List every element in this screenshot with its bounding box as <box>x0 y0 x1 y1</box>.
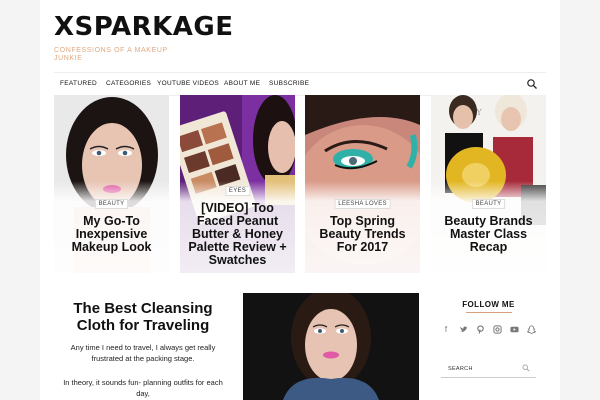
main-nav: FEATURED CATEGORIES YOUTUBE VIDEOS ABOUT… <box>54 72 546 96</box>
featured-title[interactable]: [VIDEO] Too Faced Peanut Butter & Honey … <box>186 202 289 267</box>
category-badge[interactable]: BEAUTY <box>94 199 129 209</box>
youtube-icon[interactable] <box>509 325 519 335</box>
search-icon[interactable] <box>526 78 538 90</box>
twitter-icon[interactable] <box>458 325 468 335</box>
sidebar-search[interactable]: SEARCH <box>441 360 536 378</box>
featured-title[interactable]: My Go-To Inexpensive Makeup Look <box>60 215 163 254</box>
divider <box>466 312 512 313</box>
facebook-icon[interactable]: f <box>441 325 451 335</box>
featured-card-4[interactable]: TY RA BEAUTY Beauty Brands Master Class … <box>431 95 546 273</box>
search-icon[interactable] <box>522 364 530 372</box>
nav-item-subscribe[interactable]: SUBSCRIBE <box>269 80 309 87</box>
site-logo[interactable]: XSPARKAGE <box>54 12 233 42</box>
featured-card-3[interactable]: LEESHA LOVES Top Spring Beauty Trends Fo… <box>305 95 420 273</box>
nav-item-categories[interactable]: CATEGORIES <box>106 80 151 87</box>
nav-item-featured[interactable]: FEATURED <box>60 80 97 87</box>
post-excerpt: Any time I need to travel, I always get … <box>70 343 216 363</box>
post-excerpt: In theory, it sounds fun- planning outfi… <box>63 378 223 398</box>
category-badge[interactable]: EYES <box>224 186 251 196</box>
follow-me-heading: FOLLOW ME <box>462 300 515 309</box>
post-photo <box>243 293 419 400</box>
category-badge[interactable]: BEAUTY <box>471 199 506 209</box>
featured-card-2[interactable]: EYES [VIDEO] Too Faced Peanut Butter & H… <box>180 95 295 273</box>
post-title[interactable]: The Best Cleansing Cloth for Traveling <box>60 300 226 334</box>
search-input[interactable]: SEARCH <box>448 366 473 372</box>
category-badge[interactable]: LEESHA LOVES <box>334 199 391 209</box>
post-image[interactable] <box>243 293 419 400</box>
nav-item-about-me[interactable]: ABOUT ME <box>224 80 260 87</box>
site-tagline: CONFESSIONS OF A MAKEUP JUNKIE <box>54 47 168 62</box>
nav-item-youtube-videos[interactable]: YOUTUBE VIDEOS <box>157 80 219 87</box>
featured-title[interactable]: Beauty Brands Master Class Recap <box>437 215 540 254</box>
featured-card-1[interactable]: BEAUTY My Go-To Inexpensive Makeup Look <box>54 95 169 273</box>
featured-title[interactable]: Top Spring Beauty Trends For 2017 <box>311 215 414 254</box>
snapchat-icon[interactable] <box>526 325 536 335</box>
instagram-icon[interactable] <box>492 325 502 335</box>
pinterest-icon[interactable] <box>475 325 485 335</box>
